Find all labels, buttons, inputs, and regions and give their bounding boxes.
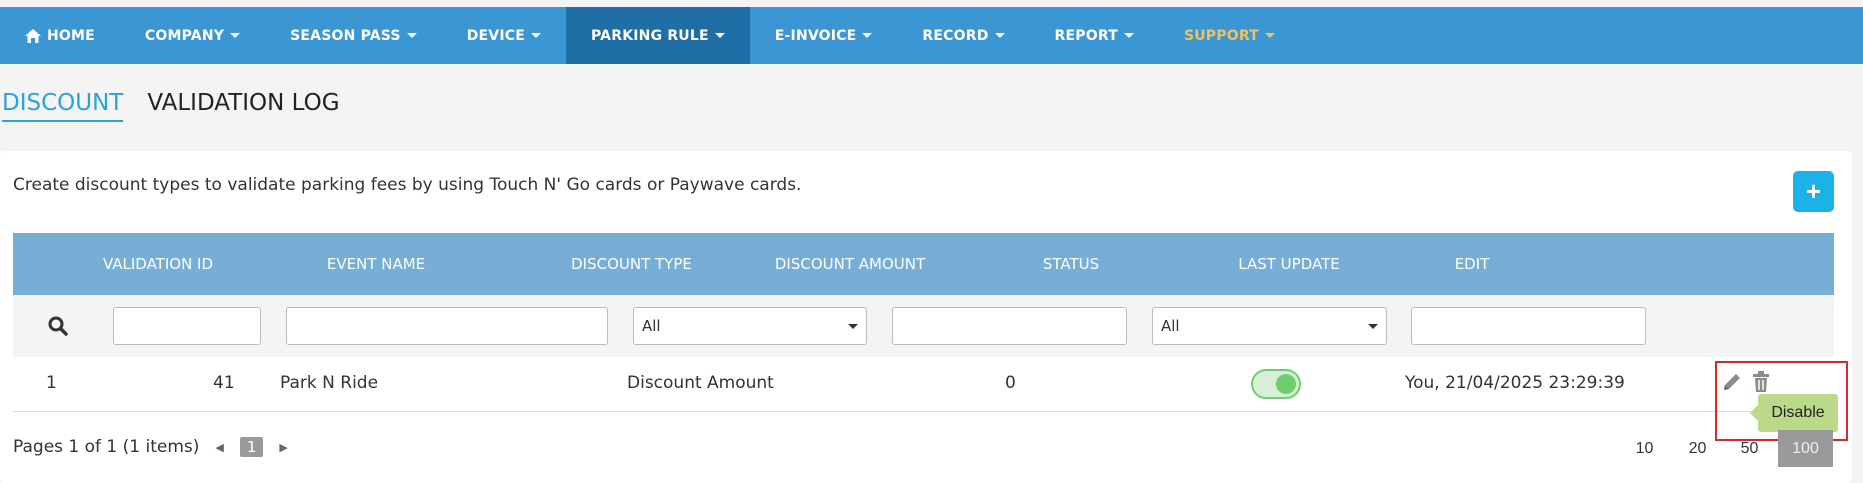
tab-discount[interactable]: DISCOUNT	[2, 90, 124, 122]
col-event-name[interactable]: EVENT NAME	[227, 255, 525, 273]
nav-device-label: DEVICE	[466, 27, 525, 44]
search-icon	[48, 316, 68, 336]
col-discount-type[interactable]: DISCOUNT TYPE	[525, 255, 738, 273]
nav-company[interactable]: COMPANY	[120, 7, 265, 64]
nav-record[interactable]: RECORD	[897, 7, 1029, 64]
filter-validation-id-input[interactable]	[113, 307, 261, 345]
filter-discount-type-value: All	[642, 317, 661, 335]
top-navbar: HOME COMPANY SEASON PASS DEVICE PARKING …	[0, 7, 1863, 64]
nav-home[interactable]: HOME	[0, 7, 120, 64]
row-validation-id: 41	[213, 373, 235, 393]
discount-panel: Create discount types to validate parkin…	[0, 151, 1852, 483]
nav-record-label: RECORD	[922, 27, 989, 44]
nav-parking-rule-label: PARKING RULE	[591, 27, 709, 44]
page-size-10[interactable]: 10	[1617, 430, 1672, 467]
row-event-name: Park N Ride	[280, 373, 379, 393]
tab-validation-log[interactable]: VALIDATION LOG	[147, 90, 339, 122]
status-toggle[interactable]	[1251, 369, 1301, 399]
filter-status-value: All	[1161, 317, 1180, 335]
caret-down-icon	[994, 33, 1005, 38]
page-tabs: DISCOUNT VALIDATION LOG	[2, 90, 340, 122]
discount-table: VALIDATION ID EVENT NAME DISCOUNT TYPE D…	[13, 233, 1834, 412]
caret-down-icon	[531, 33, 541, 38]
caret-down-icon	[848, 323, 858, 329]
nav-season-pass[interactable]: SEASON PASS	[265, 7, 442, 64]
row-discount-amount: 0	[1005, 373, 1016, 393]
caret-down-icon	[1264, 33, 1275, 38]
prev-page-icon[interactable]: ◀	[215, 441, 223, 454]
caret-down-icon	[1368, 323, 1378, 329]
col-validation-id[interactable]: VALIDATION ID	[89, 255, 227, 273]
page-size-20[interactable]: 20	[1670, 430, 1725, 467]
nav-device[interactable]: DEVICE	[442, 7, 566, 64]
nav-e-invoice[interactable]: E-INVOICE	[750, 7, 898, 64]
nav-report-label: REPORT	[1054, 27, 1118, 44]
nav-report[interactable]: REPORT	[1030, 7, 1159, 64]
row-index: 1	[46, 373, 57, 393]
filter-discount-type-select[interactable]: All	[633, 307, 867, 345]
col-last-update[interactable]: LAST UPDATE	[1180, 255, 1398, 273]
pager-summary: Pages 1 of 1 (1 items)	[13, 437, 200, 457]
toggle-knob	[1276, 374, 1296, 394]
filter-last-update-input[interactable]	[1411, 307, 1646, 345]
caret-down-icon	[230, 33, 241, 38]
nav-e-invoice-label: E-INVOICE	[774, 27, 857, 44]
nav-parking-rule[interactable]: PARKING RULE	[566, 7, 750, 64]
pager: Pages 1 of 1 (1 items) ◀ 1 ▶	[13, 437, 288, 457]
nav-support-label: SUPPORT	[1183, 27, 1259, 44]
disable-tooltip: Disable	[1750, 394, 1838, 432]
caret-down-icon	[714, 33, 725, 38]
nav-home-label: HOME	[47, 27, 95, 44]
table-row: 1 41 Park N Ride Discount Amount 0 You, …	[13, 357, 1834, 412]
filter-event-name-input[interactable]	[286, 307, 608, 345]
nav-season-pass-label: SEASON PASS	[290, 27, 401, 44]
caret-down-icon	[406, 33, 417, 38]
caret-down-icon	[862, 33, 873, 38]
page-size-100[interactable]: 100	[1778, 430, 1833, 467]
table-header: VALIDATION ID EVENT NAME DISCOUNT TYPE D…	[13, 233, 1834, 295]
filter-status-select[interactable]: All	[1152, 307, 1387, 345]
nav-company-label: COMPANY	[144, 27, 225, 44]
row-last-update: You, 21/04/2025 23:29:39	[1405, 373, 1625, 393]
nav-support[interactable]: SUPPORT	[1159, 7, 1300, 64]
filter-discount-amount-input[interactable]	[892, 307, 1127, 345]
page-number[interactable]: 1	[239, 437, 264, 457]
add-discount-button[interactable]: +	[1793, 171, 1834, 212]
col-discount-amount[interactable]: DISCOUNT AMOUNT	[738, 255, 962, 273]
col-status[interactable]: STATUS	[962, 255, 1180, 273]
filter-row: All All	[13, 295, 1834, 357]
home-icon	[25, 28, 41, 43]
col-edit: EDIT	[1454, 255, 1490, 273]
page-size-50[interactable]: 50	[1722, 430, 1777, 467]
row-discount-type: Discount Amount	[627, 373, 774, 393]
caret-down-icon	[1123, 33, 1134, 38]
next-page-icon[interactable]: ▶	[279, 441, 287, 454]
page-description: Create discount types to validate parkin…	[13, 175, 802, 195]
